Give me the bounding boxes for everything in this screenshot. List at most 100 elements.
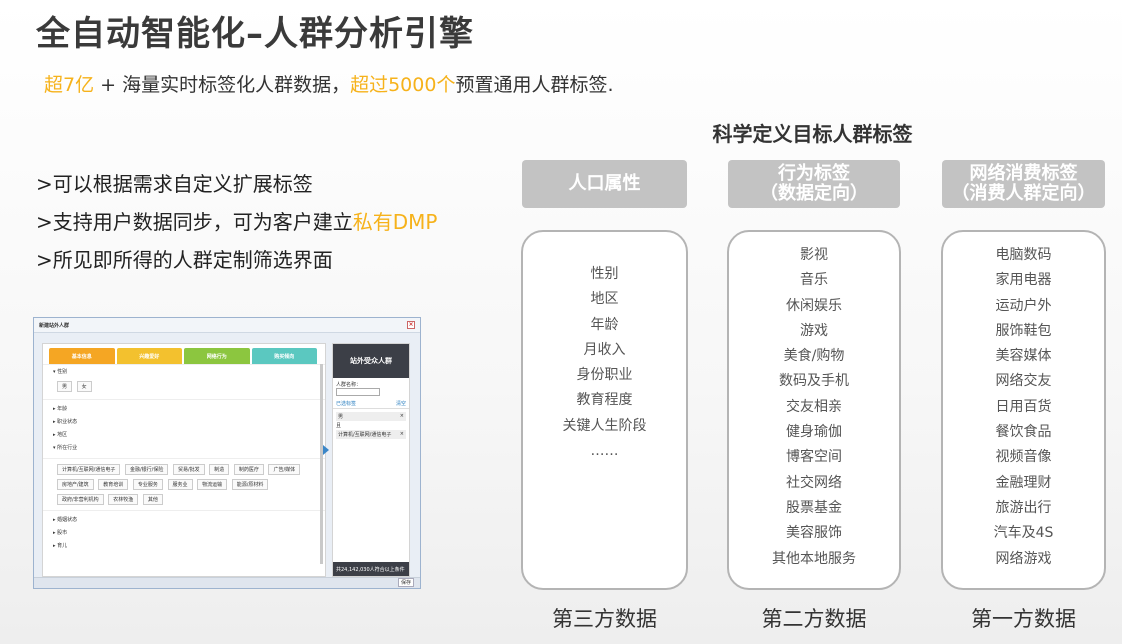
list-item: 交友相亲 [786, 398, 842, 415]
subtitle-text-1: + 海量实时标签化人群数据， [94, 74, 351, 96]
list-item: 关键人生阶段 [562, 417, 647, 434]
subtitle: 超7亿 + 海量实时标签化人群数据，超过5000个预置通用人群标签. [44, 70, 614, 97]
name-row: 人群名称： [333, 378, 409, 399]
tag-option[interactable]: 专业服务 [132, 479, 163, 490]
column-header: 行为标签 （数据定向） [728, 160, 900, 208]
audience-panel-title: 站外受众人群 [333, 344, 409, 378]
tag-option[interactable]: 能源/原材料 [231, 479, 269, 490]
column-header: 网络消费标签 （消费人群定向） [942, 160, 1105, 208]
list-item: 服饰鞋包 [995, 322, 1052, 339]
tag-option[interactable]: 政府/非营利机构 [57, 494, 104, 505]
list-item: 数码及手机 [779, 373, 849, 390]
tag-column-behavior: 影视 音乐 休闲娱乐 游戏 美食/购物 数码及手机 交友相亲 健身瑜伽 博客空间… [727, 230, 901, 590]
list-item: 汽车及4S [993, 525, 1054, 542]
clear-link[interactable]: 清空 [396, 400, 406, 407]
list-item: 性别 [590, 266, 619, 282]
tag-option[interactable]: 女 [76, 381, 92, 392]
window-footer: 保存 [34, 577, 420, 588]
list-item: 教育程度 [576, 392, 633, 409]
tag-option[interactable]: 男 [57, 381, 73, 392]
remove-icon[interactable]: × [400, 431, 404, 438]
list-item: 休闲娱乐 [786, 297, 842, 314]
section-label[interactable]: ▸ 地区 [53, 429, 315, 442]
tab-web-behavior[interactable]: 网络行为 [184, 348, 250, 364]
feature-item: >支持用户数据同步，可为客户建立私有DMP [36, 203, 437, 241]
selected-tag: 男 × [336, 412, 406, 421]
selected-header: 已选标签 清空 [333, 399, 409, 409]
arrow-right-icon [323, 445, 329, 455]
section-label[interactable]: ▾ 性别 [53, 368, 315, 375]
section-label[interactable]: ▾ 所在行业 [53, 442, 315, 455]
tag-option[interactable]: 贸易/批发 [172, 464, 205, 475]
column-footer: 第一方数据 [971, 607, 1076, 631]
tag-option[interactable]: 制造 [209, 464, 230, 475]
list-item: 运动户外 [995, 297, 1052, 314]
list-item: 社交网络 [786, 474, 842, 491]
close-icon[interactable]: × [407, 321, 415, 329]
tag-option[interactable]: 房地产/建筑 [57, 479, 94, 490]
section-label[interactable]: ▸ 育儿 [53, 540, 315, 553]
subtitle-text-2: 预置通用人群标签. [455, 74, 614, 96]
window-titlebar: 新建站外人群 × [34, 318, 420, 333]
list-item: 地区 [590, 291, 619, 308]
column-footer: 第二方数据 [761, 607, 867, 631]
list-item: 博客空间 [786, 449, 842, 466]
section-label[interactable]: ▸ 职业状态 [53, 416, 315, 429]
audience-count: 共24,142,030人符合以上条件 [333, 562, 409, 576]
tag-option[interactable]: 金融/银行/保险 [124, 464, 169, 475]
filter-tabs: 基本信息 兴趣爱好 网络行为 购买倾向 [49, 348, 319, 364]
list-item: 网络交友 [995, 373, 1052, 390]
tab-basic-info[interactable]: 基本信息 [49, 348, 115, 364]
list-item: 游戏 [800, 322, 828, 339]
tag-option[interactable]: 其他 [142, 494, 163, 505]
industry-tags: 计算机/互联网/通信电子 金融/银行/保险 贸易/批发 制造 制药医疗 广告/媒… [43, 458, 325, 510]
feature-highlight: 私有DMP [352, 210, 438, 234]
audience-builder-screenshot: 新建站外人群 × 基本信息 兴趣爱好 网络行为 购买倾向 ▾ 性别 男 女 ▸ … [33, 317, 421, 589]
name-input[interactable] [336, 388, 380, 396]
section-label[interactable]: ▸ 年龄 [53, 403, 315, 416]
tag-option[interactable]: 农林牧渔 [108, 494, 139, 505]
group-label: 且 [336, 423, 342, 429]
list-item: 日用百货 [995, 398, 1052, 415]
list-item: 影视 [800, 247, 828, 263]
tag-option[interactable]: 物流运输 [197, 479, 228, 490]
list-item: 美食/购物 [783, 348, 845, 365]
collapsed-sections-2: ▸ 婚姻状态 ▸ 股市 ▸ 育儿 [43, 510, 325, 556]
list-item: 金融理财 [995, 474, 1052, 491]
tag-section-title: 科学定义目标人群标签 [712, 122, 913, 146]
list-item: 美容媒体 [995, 348, 1052, 365]
tag-column-consumption: 电脑数码 家用电器 运动户外 服饰鞋包 美容媒体 网络交友 日用百货 餐饮食品 … [941, 230, 1106, 590]
section-label[interactable]: ▸ 婚姻状态 [53, 514, 315, 527]
selected-tag: 计算机/互联网/通信电子 × [336, 430, 406, 439]
list-item: 旅游出行 [995, 499, 1052, 516]
save-button[interactable]: 保存 [397, 578, 414, 587]
audience-panel: 站外受众人群 人群名称： 已选标签 清空 男 × 且 计算机/互联网/通信电子 × … [332, 343, 410, 577]
subtitle-highlight-2: 超过5000个 [350, 74, 456, 96]
gender-section: ▾ 性别 男 女 [43, 364, 325, 399]
list-item: 股票基金 [786, 499, 842, 516]
list-item: 年龄 [590, 316, 619, 333]
page-title: 全自动智能化–人群分析引擎 [36, 14, 474, 54]
tag-option[interactable]: 广告/媒体 [268, 464, 301, 475]
tab-purchase[interactable]: 购买倾向 [251, 348, 317, 364]
selected-tags: 男 × 且 计算机/互联网/通信电子 × [333, 409, 409, 442]
list-item: 音乐 [800, 272, 828, 289]
list-item: 月收入 [583, 341, 626, 358]
section-label[interactable]: ▸ 股市 [53, 527, 315, 540]
tag-option[interactable]: 教育培训 [98, 479, 129, 490]
tab-interests[interactable]: 兴趣爱好 [116, 348, 182, 364]
tag-option[interactable]: 服务业 [167, 479, 193, 490]
tag-option[interactable]: 计算机/互联网/通信电子 [57, 464, 121, 475]
list-item: …… [590, 443, 619, 460]
feature-text: >支持用户数据同步，可为客户建立 [36, 210, 353, 234]
list-item: 餐饮食品 [995, 424, 1052, 441]
filter-panel: 基本信息 兴趣爱好 网络行为 购买倾向 ▾ 性别 男 女 ▸ 年龄 ▸ 职业状态… [42, 343, 326, 577]
list-item: 健身瑜伽 [786, 424, 842, 441]
tag-option[interactable]: 制药医疗 [233, 464, 264, 475]
scrollbar[interactable] [320, 364, 323, 564]
column-header: 人口属性 [522, 160, 687, 208]
column-footer: 第三方数据 [552, 607, 657, 631]
subtitle-highlight-1: 超7亿 [44, 74, 95, 96]
tag-column-demographics: 性别 地区 年龄 月收入 身份职业 教育程度 关键人生阶段 …… [521, 230, 688, 590]
remove-icon[interactable]: × [400, 413, 404, 420]
